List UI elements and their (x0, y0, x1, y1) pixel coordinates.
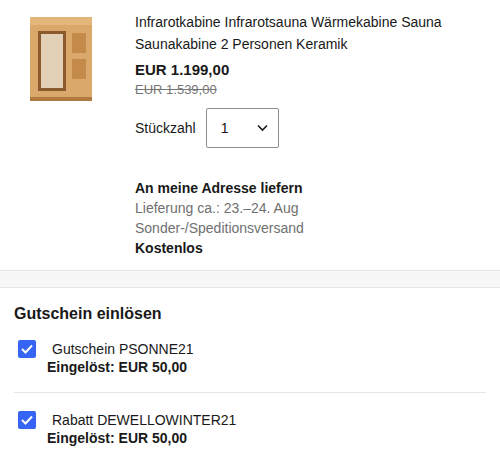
quantity-select[interactable]: 1 (206, 108, 279, 148)
coupon-section: Gutschein einlösenGutschein PSONNE21Eing… (0, 304, 500, 463)
delivery-method: Sonder-/Speditionsversand (135, 218, 486, 238)
check-icon (21, 415, 33, 425)
coupon-checkbox[interactable] (18, 340, 36, 358)
coupon-title: Gutschein einlösen (14, 304, 486, 324)
sauna-icon (26, 15, 96, 103)
coupon-row: Rabatt DEWELLOWINTER21Eingelöst: EUR 50,… (14, 392, 486, 463)
coupon-label[interactable]: Gutschein PSONNE21 (52, 340, 194, 358)
original-price: EUR 1.539,00 (135, 81, 486, 99)
coupon-line: Rabatt DEWELLOWINTER21 (14, 411, 486, 429)
product-image[interactable] (0, 11, 135, 258)
delivery-cost: Kostenlos (135, 238, 486, 258)
delivery-date: Lieferung ca.: 23.–24. Aug (135, 198, 486, 218)
product-price: EUR 1.199,00 (135, 59, 486, 81)
check-icon (21, 344, 33, 354)
product-title[interactable]: Infrarotkabine Infrarotsauna Wärmekabine… (135, 11, 486, 55)
coupon-checkbox[interactable] (18, 411, 36, 429)
coupon-line: Gutschein PSONNE21 (14, 340, 486, 358)
section-separator (0, 270, 500, 288)
quantity-row: Stückzahl 1 (135, 108, 486, 148)
delivery-block: An meine Adresse liefernLieferung ca.: 2… (135, 178, 486, 258)
chevron-down-icon (257, 124, 268, 132)
coupon-applied: Eingelöst: EUR 50,00 (14, 429, 486, 447)
delivery-title: An meine Adresse liefern (135, 178, 486, 198)
coupon-applied: Eingelöst: EUR 50,00 (14, 358, 486, 376)
quantity-value: 1 (221, 120, 229, 136)
coupon-row: Gutschein PSONNE21Eingelöst: EUR 50,00 (14, 324, 486, 392)
coupon-label[interactable]: Rabatt DEWELLOWINTER21 (52, 411, 236, 429)
product-info: Infrarotkabine Infrarotsauna Wärmekabine… (135, 11, 486, 258)
product-section: Infrarotkabine Infrarotsauna Wärmekabine… (0, 0, 500, 270)
quantity-label: Stückzahl (135, 120, 196, 136)
